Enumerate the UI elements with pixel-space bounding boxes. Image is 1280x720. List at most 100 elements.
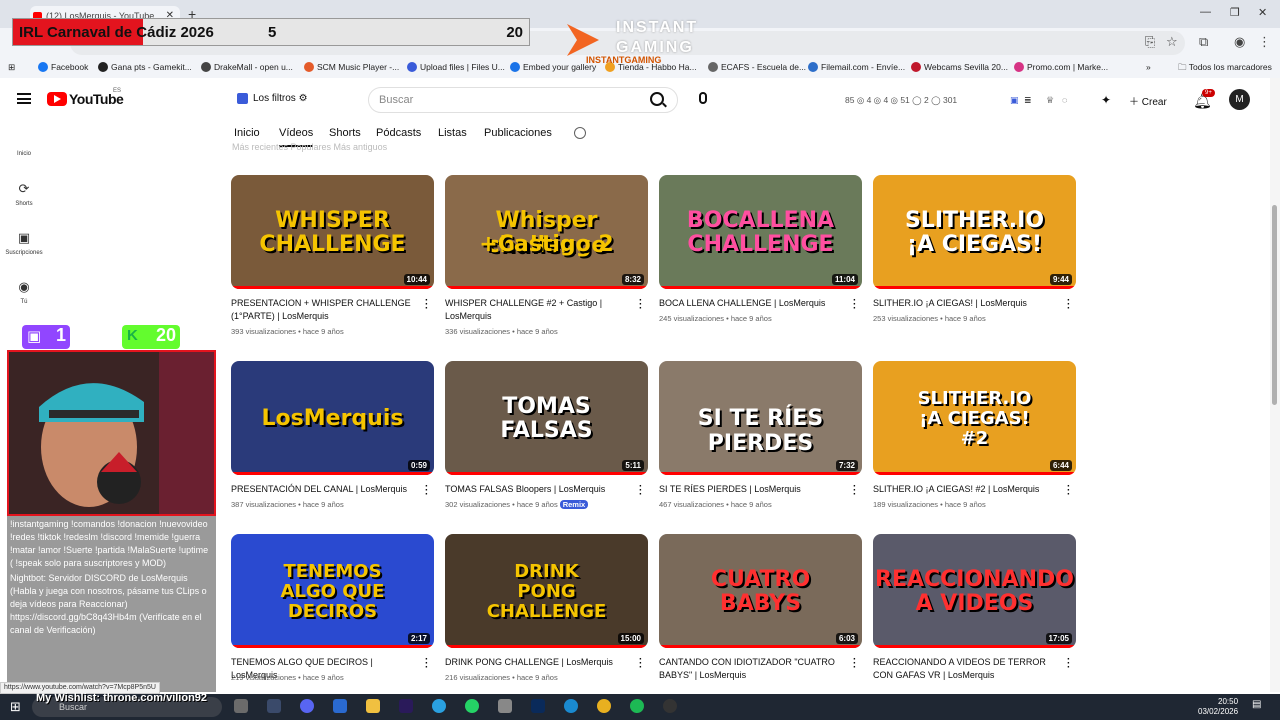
video-thumbnail[interactable]: CUATRO BABYS 6:03 — [659, 534, 862, 648]
more-options-icon[interactable]: · · · — [425, 482, 431, 500]
video-title[interactable]: DRINK PONG CHALLENGE | LosMerquis — [445, 656, 630, 669]
tab-publicaciones[interactable]: Publicaciones — [484, 127, 552, 139]
bookmark-item[interactable]: Webcams Sevilla 20... — [911, 62, 1008, 72]
more-options-icon[interactable]: · · · — [639, 296, 645, 314]
video-title[interactable]: TOMAS FALSAS Bloopers | LosMerquis — [445, 483, 630, 496]
sidebar-item-tu[interactable]: ◉ Tú — [0, 279, 48, 305]
video-title[interactable]: WHISPER CHALLENGE #2 + Castigo | LosMerq… — [445, 297, 630, 323]
apps-grid-icon[interactable]: ⊞ — [8, 62, 15, 73]
windows-start-icon[interactable]: ⊞ — [10, 699, 21, 715]
user-icon: ◉ — [18, 279, 30, 294]
chat-icon[interactable]: ◌ — [1062, 95, 1067, 105]
bookmark-item[interactable]: Facebook — [38, 62, 88, 72]
video-thumbnail[interactable]: REACCIONANDO A VIDEOS 17:05 — [873, 534, 1076, 648]
video-thumbnail[interactable]: LosMerquis 0:59 — [231, 361, 434, 475]
video-title[interactable]: REACCIONANDO A VIDEOS DE TERROR CON GAFA… — [873, 656, 1058, 682]
bookmark-favicon-icon — [708, 62, 718, 72]
video-title[interactable]: BOCA LLENA CHALLENGE | LosMerquis — [659, 297, 844, 310]
bookmark-item[interactable]: Embed your gallery — [510, 62, 596, 72]
whatsapp-icon[interactable] — [465, 699, 479, 713]
search-input[interactable]: Buscar — [368, 87, 678, 113]
spotify-icon[interactable] — [630, 699, 644, 713]
discord-icon[interactable] — [300, 699, 314, 713]
avatar[interactable]: M — [1229, 89, 1250, 110]
bookmark-item[interactable]: Promo.com | Marke... — [1014, 62, 1108, 72]
scrollbar-thumb[interactable] — [1272, 205, 1277, 405]
bookmark-item[interactable]: Upload files | Files U... — [407, 62, 505, 72]
playlist-icon[interactable]: ≣ — [1024, 95, 1032, 106]
extensions-icon[interactable]: ⧉ — [1199, 34, 1208, 50]
maximize-icon[interactable]: ❐ — [1230, 6, 1240, 19]
all-bookmarks-folder[interactable]: 🗀 Todos los marcadores — [1178, 62, 1272, 76]
obs-icon[interactable] — [663, 699, 677, 713]
video-title[interactable]: PRESENTACIÓN DEL CANAL | LosMerquis — [231, 483, 416, 496]
more-options-icon[interactable]: · · · — [1067, 655, 1073, 673]
more-options-icon[interactable]: · · · — [1067, 296, 1073, 314]
video-thumbnail[interactable]: SLITHER.IO ¡A CIEGAS! #2 6:44 — [873, 361, 1076, 475]
bookmark-item[interactable]: Gana pts - Gamekit... — [98, 62, 192, 72]
video-thumbnail[interactable]: WHISPER CHALLENGE 10:44 — [231, 175, 434, 289]
more-options-icon[interactable]: · · · — [1067, 482, 1073, 500]
video-thumbnail[interactable]: SI TE RÍES PIERDES 7:32 — [659, 361, 862, 475]
bookmark-item[interactable]: Filemail.com - Envíe... — [808, 62, 905, 72]
puzzle-icon[interactable]: ✦ — [1101, 93, 1111, 107]
tab-podcasts[interactable]: Pódcasts — [376, 127, 421, 139]
telegram-icon[interactable] — [432, 699, 446, 713]
clock[interactable]: 20:50 03/02/2026 — [1198, 697, 1238, 717]
app-icon[interactable] — [498, 699, 512, 713]
sidebar-item-shorts[interactable]: ⟳ Shorts — [0, 181, 48, 207]
more-options-icon[interactable]: · · · — [425, 655, 431, 673]
video-title[interactable]: SI TE RÍES PIERDES | LosMerquis — [659, 483, 844, 496]
tab-inicio[interactable]: Inicio — [234, 127, 260, 139]
mail-icon[interactable] — [333, 699, 347, 713]
tab-listas[interactable]: Listas — [438, 127, 467, 139]
more-options-icon[interactable]: · · · — [639, 482, 645, 500]
close-window-icon[interactable]: ✕ — [1258, 6, 1267, 19]
video-thumbnail[interactable]: TOMAS FALSAS 5:11 — [445, 361, 648, 475]
bookmark-item[interactable]: SCM Music Player -... — [304, 62, 399, 72]
edge-icon[interactable] — [564, 699, 578, 713]
more-options-icon[interactable]: · · · — [425, 296, 431, 314]
photoshop-icon[interactable] — [531, 699, 545, 713]
file-explorer-icon[interactable] — [366, 699, 380, 713]
more-options-icon[interactable]: · · · — [853, 482, 859, 500]
video-thumbnail[interactable]: Whisper challenge +Castigo 2 8:32 — [445, 175, 648, 289]
menu-icon[interactable] — [17, 93, 31, 104]
video-title[interactable]: SLITHER.IO ¡A CIEGAS! #2 | LosMerquis — [873, 483, 1058, 496]
channel-search-icon[interactable] — [574, 127, 586, 139]
video-title[interactable]: PRESENTACION + WHISPER CHALLENGE (1°PART… — [231, 297, 416, 323]
sort-chips[interactable]: Más recientes Populares Más antiguos — [232, 142, 532, 154]
profile-icon[interactable]: ◉ — [1234, 34, 1245, 50]
tab-shorts[interactable]: Shorts — [329, 127, 361, 139]
task-view-icon[interactable] — [234, 699, 248, 713]
video-thumbnail[interactable]: DRINK PONG CHALLENGE 15:00 — [445, 534, 648, 648]
youtube-logo-icon[interactable] — [47, 92, 67, 106]
after-effects-icon[interactable] — [399, 699, 413, 713]
sidebar-item-suscripciones[interactable]: ▣ Suscripciones — [0, 230, 48, 256]
video-title[interactable]: CANTANDO CON IDIOTIZADOR "CUATRO BABYS" … — [659, 656, 844, 682]
extension-icon[interactable]: ▣ — [1010, 95, 1019, 106]
more-options-icon[interactable]: · · · — [853, 655, 859, 673]
remix-badge[interactable]: Remix — [559, 500, 589, 509]
video-thumbnail[interactable]: TENEMOS ALGO QUE DECIROS 2:17 — [231, 534, 434, 648]
bookmark-item[interactable]: ECAFS - Escuela de... — [708, 62, 806, 72]
cast-icon[interactable]: ⎘ — [1145, 34, 1155, 50]
filters-extension-button[interactable]: Los filtros ⚙ — [232, 88, 312, 110]
microphone-icon[interactable] — [699, 92, 707, 104]
create-button[interactable]: ＋ Crear — [1129, 93, 1167, 108]
chrome-icon[interactable] — [597, 699, 611, 713]
more-options-icon[interactable]: · · · — [639, 655, 645, 673]
bookmark-item[interactable]: DrakeMall - open u... — [201, 62, 293, 72]
notifications-icon[interactable]: ▤ — [1252, 699, 1261, 710]
video-thumbnail[interactable]: BOCALLENA CHALLENGE 11:04 — [659, 175, 862, 289]
more-options-icon[interactable]: · · · — [853, 296, 859, 314]
more-bookmarks-icon[interactable]: » — [1146, 62, 1151, 72]
browser-menu-icon[interactable]: ⋮ — [1258, 34, 1271, 50]
app-icon[interactable] — [267, 699, 281, 713]
search-icon[interactable] — [650, 92, 664, 106]
minimize-icon[interactable]: — — [1200, 6, 1211, 18]
video-title[interactable]: SLITHER.IO ¡A CIEGAS! | LosMerquis — [873, 297, 1058, 310]
trophy-icon[interactable]: ♕ — [1046, 95, 1054, 106]
video-thumbnail[interactable]: SLITHER.IO ¡A CIEGAS! 9:44 — [873, 175, 1076, 289]
bookmark-star-icon[interactable]: ☆ — [1166, 34, 1178, 50]
